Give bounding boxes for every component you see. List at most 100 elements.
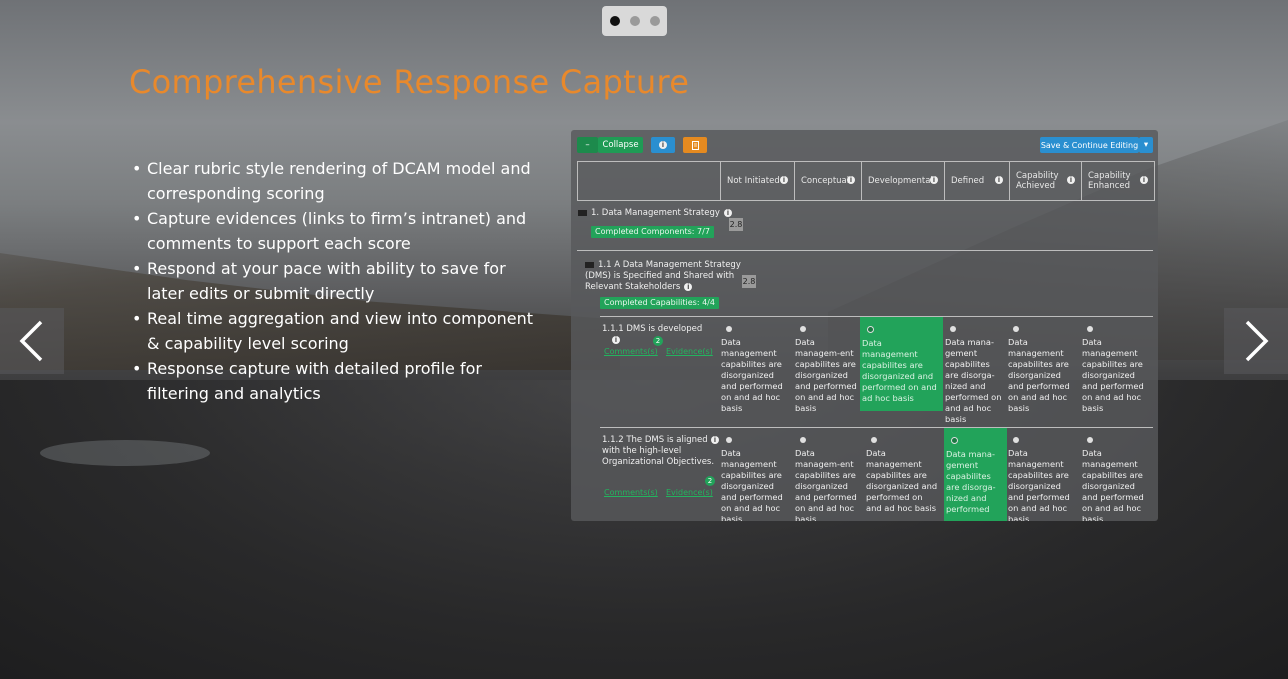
option-text: Data managem-ent capabilites are disorga…: [795, 337, 857, 413]
carousel-indicator-1[interactable]: [609, 16, 620, 26]
info-icon[interactable]: i: [723, 208, 732, 217]
capability-label: 1.1.2 The DMS is aligned with the high-l…: [602, 435, 719, 468]
column-header: Conceptual i: [794, 162, 861, 200]
info-icon[interactable]: i: [995, 176, 1003, 184]
info-icon[interactable]: i: [847, 176, 855, 184]
column-header: Capability Achieved i: [1009, 162, 1081, 200]
feature-item: Respond at your pace with ability to sav…: [131, 256, 541, 306]
rubric-option[interactable]: Data management capabilites are disorgan…: [1006, 428, 1080, 521]
rubric-option[interactable]: Data management capabilites are disorgan…: [719, 428, 793, 521]
option-text: Data management capabilites are disorgan…: [1008, 448, 1070, 521]
document-button[interactable]: [683, 137, 707, 153]
save-continue-button[interactable]: Save & Continue Editing: [1040, 137, 1139, 153]
collapse-minus-button[interactable]: –: [577, 137, 598, 153]
info-icon[interactable]: i: [711, 436, 719, 444]
radio-button-selected[interactable]: [867, 326, 874, 333]
radio-button[interactable]: [950, 326, 956, 332]
column-header: Capability Enhanced i: [1081, 162, 1154, 200]
option-text: Data management capabilites are disorgan…: [721, 337, 783, 413]
feature-item: Capture evidences (links to firm’s intra…: [131, 206, 541, 256]
option-text: Data management capabilites are disorgan…: [1082, 448, 1144, 521]
radio-button[interactable]: [1013, 437, 1019, 443]
carousel-next-button[interactable]: [1224, 308, 1288, 374]
column-label: Capability Achieved: [1016, 171, 1059, 191]
comment-count-badge: 2: [653, 336, 663, 346]
evidence-link[interactable]: Evidence(s): [666, 347, 713, 356]
info-icon: i: [659, 141, 667, 149]
rubric-header: Not Initiated i Conceptual i Developmental…: [577, 161, 1155, 201]
comments-link[interactable]: Comments(s): [604, 488, 658, 497]
collapse-toggle-icon[interactable]: [585, 261, 594, 268]
carousel-indicator-2[interactable]: [629, 16, 640, 26]
divider: [577, 250, 1153, 251]
evidence-link[interactable]: Evidence(s): [666, 488, 713, 497]
comments-link[interactable]: Comments(s): [604, 347, 658, 356]
rubric-option[interactable]: Data management capabilites are disorgan…: [1080, 428, 1156, 521]
section-label: 1. Data Management Strategy: [591, 208, 720, 218]
subsection-heading[interactable]: 1.1 A Data Management Strategy (DMS) is …: [585, 260, 745, 293]
radio-button-selected[interactable]: [951, 437, 958, 444]
slide-title: Comprehensive Response Capture: [129, 63, 690, 101]
option-text: Data management capabilites are disorgan…: [1082, 337, 1144, 413]
rubric-option[interactable]: Data management capabilites are disorgan…: [1006, 317, 1080, 413]
option-text: Data management capabilites are disorgan…: [866, 448, 938, 513]
info-icon[interactable]: i: [1140, 176, 1148, 184]
collapse-button[interactable]: Collapse: [598, 137, 643, 153]
info-button[interactable]: i: [651, 137, 675, 153]
option-text: Data managem-ent capabilites are disorga…: [795, 448, 857, 521]
capability-text: 1.1.1 DMS is developed: [602, 324, 703, 334]
column-header: Developmental i: [861, 162, 944, 200]
rubric-option-selected[interactable]: Data management capabilites are disorgan…: [860, 317, 943, 411]
radio-button[interactable]: [1013, 326, 1019, 332]
rubric-option[interactable]: Data management capabilites are disorgan…: [1080, 317, 1156, 413]
save-dropdown-button[interactable]: ▾: [1139, 137, 1153, 153]
option-text: Data management capabilites are disorgan…: [862, 338, 937, 403]
option-text: Data management capabilites are disorgan…: [1008, 337, 1070, 413]
feature-item: Clear rubric style rendering of DCAM mod…: [131, 156, 541, 206]
column-label: Capability Enhanced: [1088, 171, 1131, 191]
feature-item: Real time aggregation and view into comp…: [131, 306, 541, 356]
rubric-option[interactable]: Data managem-ent capabilites are disorga…: [793, 317, 860, 413]
radio-button[interactable]: [800, 437, 806, 443]
info-icon[interactable]: i: [684, 282, 693, 291]
radio-button[interactable]: [871, 437, 877, 443]
completed-capabilities-badge: Completed Capabilities: 4/4: [600, 297, 719, 309]
section-score: 2.8: [729, 218, 743, 231]
carousel-indicator-3[interactable]: [649, 16, 660, 26]
chevron-right-icon: [1245, 320, 1269, 362]
column-label: Not Initiated: [727, 176, 780, 186]
rubric-option[interactable]: Data mana-gement capabilites are disorga…: [943, 317, 1008, 427]
document-icon: [691, 140, 699, 150]
option-text: Data mana-gement capabilites are disorga…: [945, 337, 1002, 424]
rubric-option[interactable]: Data managem-ent capabilites are disorga…: [793, 428, 860, 521]
app-screenshot: – Collapse i Save & Continue Editing ▾ N…: [571, 130, 1158, 521]
column-header: Defined i: [944, 162, 1009, 200]
info-icon[interactable]: i: [612, 335, 620, 344]
comment-count-badge: 2: [705, 476, 715, 486]
column-label: Defined: [951, 176, 985, 186]
radio-button[interactable]: [1087, 437, 1093, 443]
rubric-option-selected[interactable]: Data mana-gement capabilites are disorga…: [944, 428, 1007, 521]
radio-button[interactable]: [726, 437, 732, 443]
option-text: Data management capabilites are disorgan…: [721, 448, 783, 521]
carousel-indicators: [602, 6, 667, 36]
radio-button[interactable]: [726, 326, 732, 332]
header-blank: [578, 162, 720, 200]
rubric-option[interactable]: Data management capabilites are disorgan…: [719, 317, 793, 413]
info-icon[interactable]: i: [1067, 176, 1075, 184]
rubric-option[interactable]: Data management capabilites are disorgan…: [864, 428, 943, 521]
capability-text: 1.1.2 The DMS is aligned with the high-l…: [602, 435, 715, 467]
collapse-toggle-icon[interactable]: [578, 209, 587, 216]
section-heading[interactable]: 1. Data Management Strategy i: [578, 208, 732, 218]
feature-list: Clear rubric style rendering of DCAM mod…: [131, 156, 541, 406]
info-icon[interactable]: i: [930, 176, 938, 184]
option-text: Data mana-gement capabilites are disorga…: [946, 449, 996, 514]
subsection-score: 2.8: [742, 275, 756, 288]
carousel-prev-button[interactable]: [0, 308, 64, 374]
column-label: Developmental: [868, 176, 933, 186]
info-icon[interactable]: i: [780, 176, 788, 184]
radio-button[interactable]: [1087, 326, 1093, 332]
radio-button[interactable]: [800, 326, 806, 332]
column-label: Conceptual: [801, 176, 850, 186]
background-puddle: [40, 440, 210, 466]
